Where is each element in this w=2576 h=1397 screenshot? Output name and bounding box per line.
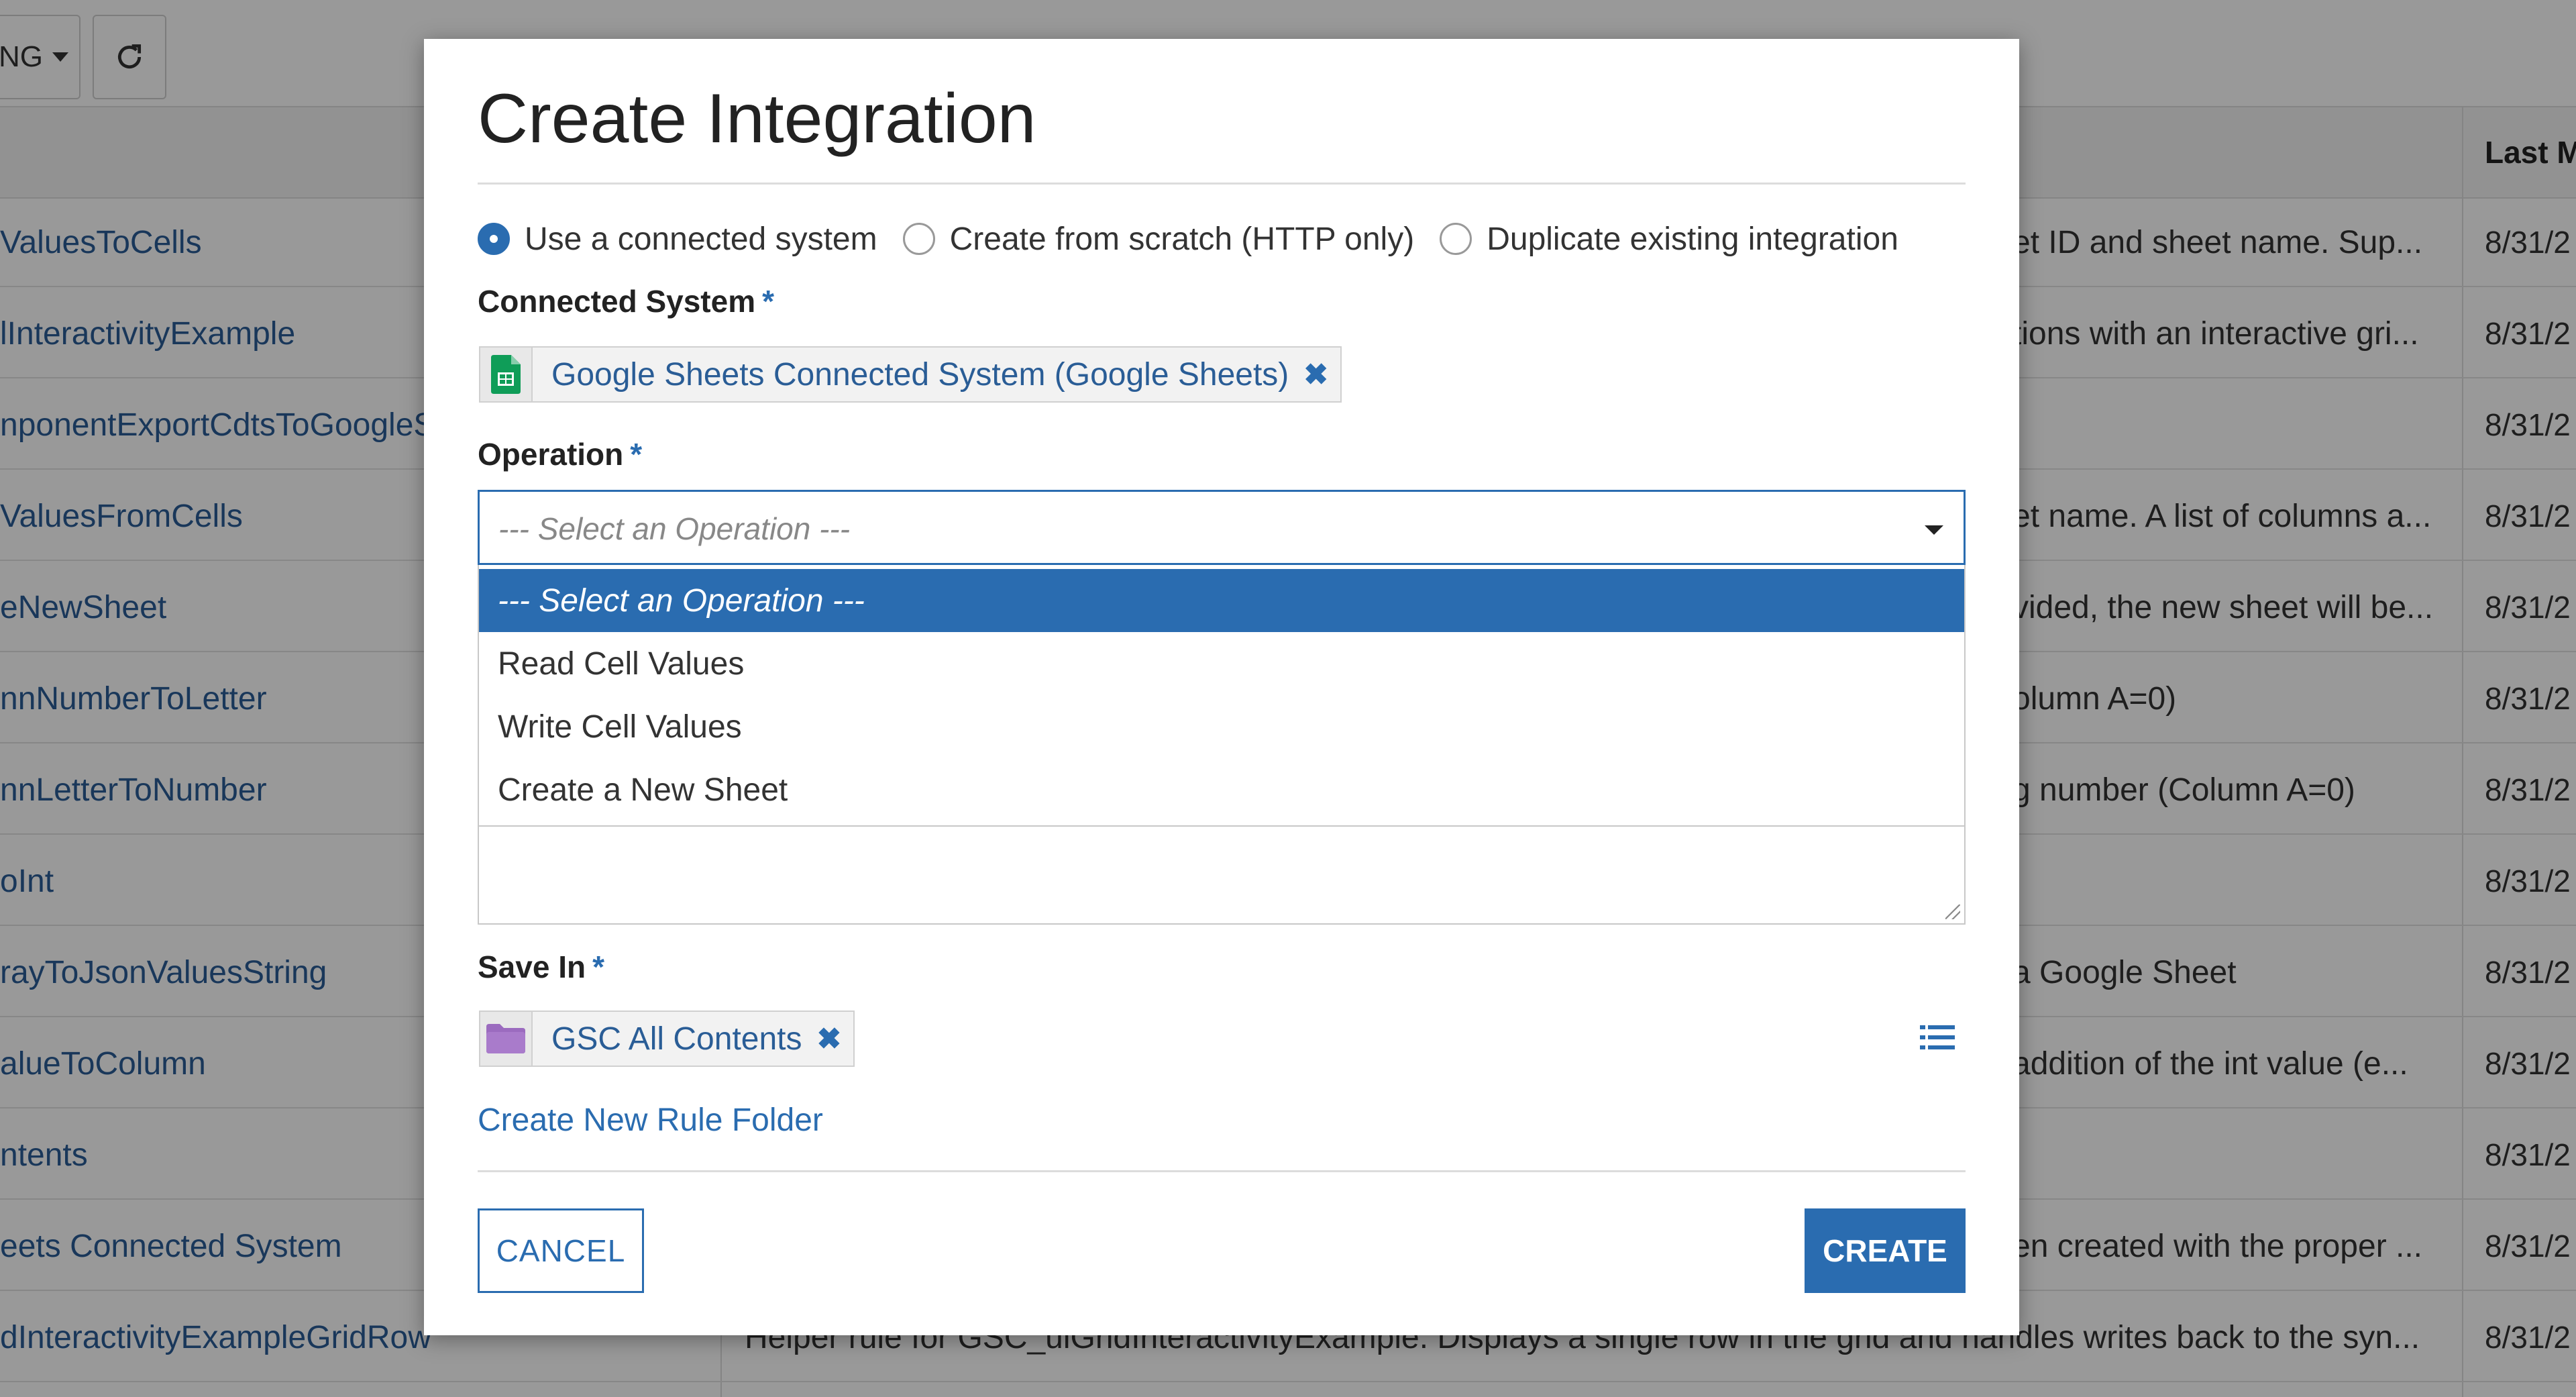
operation-label-text: Operation bbox=[478, 437, 624, 472]
required-marker: * bbox=[592, 949, 604, 984]
radio-create-from-scratch[interactable]: Create from scratch (HTTP only) bbox=[902, 221, 1415, 258]
radio-duplicate-existing[interactable]: Duplicate existing integration bbox=[1440, 221, 1898, 258]
description-textarea[interactable] bbox=[478, 827, 1966, 925]
save-in-label: Save In * bbox=[478, 949, 604, 985]
radio-use-connected-system[interactable]: Use a connected system bbox=[478, 221, 877, 258]
connected-system-label: Connected System * bbox=[478, 283, 774, 319]
save-in-value: GSC All Contents bbox=[551, 1021, 802, 1057]
operation-select[interactable]: --- Select an Operation --- bbox=[478, 490, 1966, 565]
radio-button-selected[interactable] bbox=[478, 223, 510, 255]
operation-option-placeholder[interactable]: --- Select an Operation --- bbox=[479, 569, 1964, 632]
required-marker: * bbox=[630, 437, 643, 472]
resize-handle-icon[interactable] bbox=[1945, 904, 1960, 919]
connected-system-picker-token[interactable]: Google Sheets Connected System (Google S… bbox=[479, 346, 1342, 403]
footer-divider bbox=[478, 1170, 1966, 1172]
folder-icon bbox=[480, 1012, 533, 1066]
radio-label: Use a connected system bbox=[525, 221, 877, 257]
dialog-title: Create Integration bbox=[478, 80, 1036, 158]
operation-dropdown-list: --- Select an Operation --- Read Cell Va… bbox=[478, 565, 1966, 827]
required-marker: * bbox=[762, 284, 775, 319]
radio-label: Create from scratch (HTTP only) bbox=[949, 221, 1415, 257]
connected-system-value: Google Sheets Connected System (Google S… bbox=[551, 356, 1289, 393]
create-integration-dialog: Create Integration Use a connected syste… bbox=[424, 39, 2019, 1335]
remove-save-in-icon[interactable]: ✖ bbox=[817, 1022, 854, 1056]
browse-list-icon[interactable] bbox=[1920, 1024, 1955, 1051]
remove-connected-system-icon[interactable]: ✖ bbox=[1303, 358, 1340, 392]
creation-mode-radio-group: Use a connected system Create from scrat… bbox=[478, 212, 1924, 266]
title-divider bbox=[478, 183, 1966, 185]
operation-option-write-cell-values[interactable]: Write Cell Values bbox=[479, 695, 1964, 758]
radio-button[interactable] bbox=[902, 223, 935, 255]
connected-system-label-text: Connected System bbox=[478, 284, 756, 319]
save-in-label-text: Save In bbox=[478, 949, 586, 984]
radio-label: Duplicate existing integration bbox=[1487, 221, 1898, 257]
create-new-rule-folder-link[interactable]: Create New Rule Folder bbox=[478, 1102, 823, 1139]
radio-button[interactable] bbox=[1440, 223, 1472, 255]
operation-label: Operation * bbox=[478, 436, 642, 472]
operation-option-create-new-sheet[interactable]: Create a New Sheet bbox=[479, 758, 1964, 821]
google-sheets-icon bbox=[480, 348, 533, 401]
operation-select-value: --- Select an Operation --- bbox=[498, 511, 851, 546]
operation-option-read-cell-values[interactable]: Read Cell Values bbox=[479, 632, 1964, 695]
cancel-button[interactable]: CANCEL bbox=[478, 1208, 644, 1293]
chevron-down-icon bbox=[1925, 525, 1943, 535]
save-in-picker-token[interactable]: GSC All Contents ✖ bbox=[479, 1011, 855, 1067]
create-button[interactable]: CREATE bbox=[1805, 1208, 1966, 1293]
